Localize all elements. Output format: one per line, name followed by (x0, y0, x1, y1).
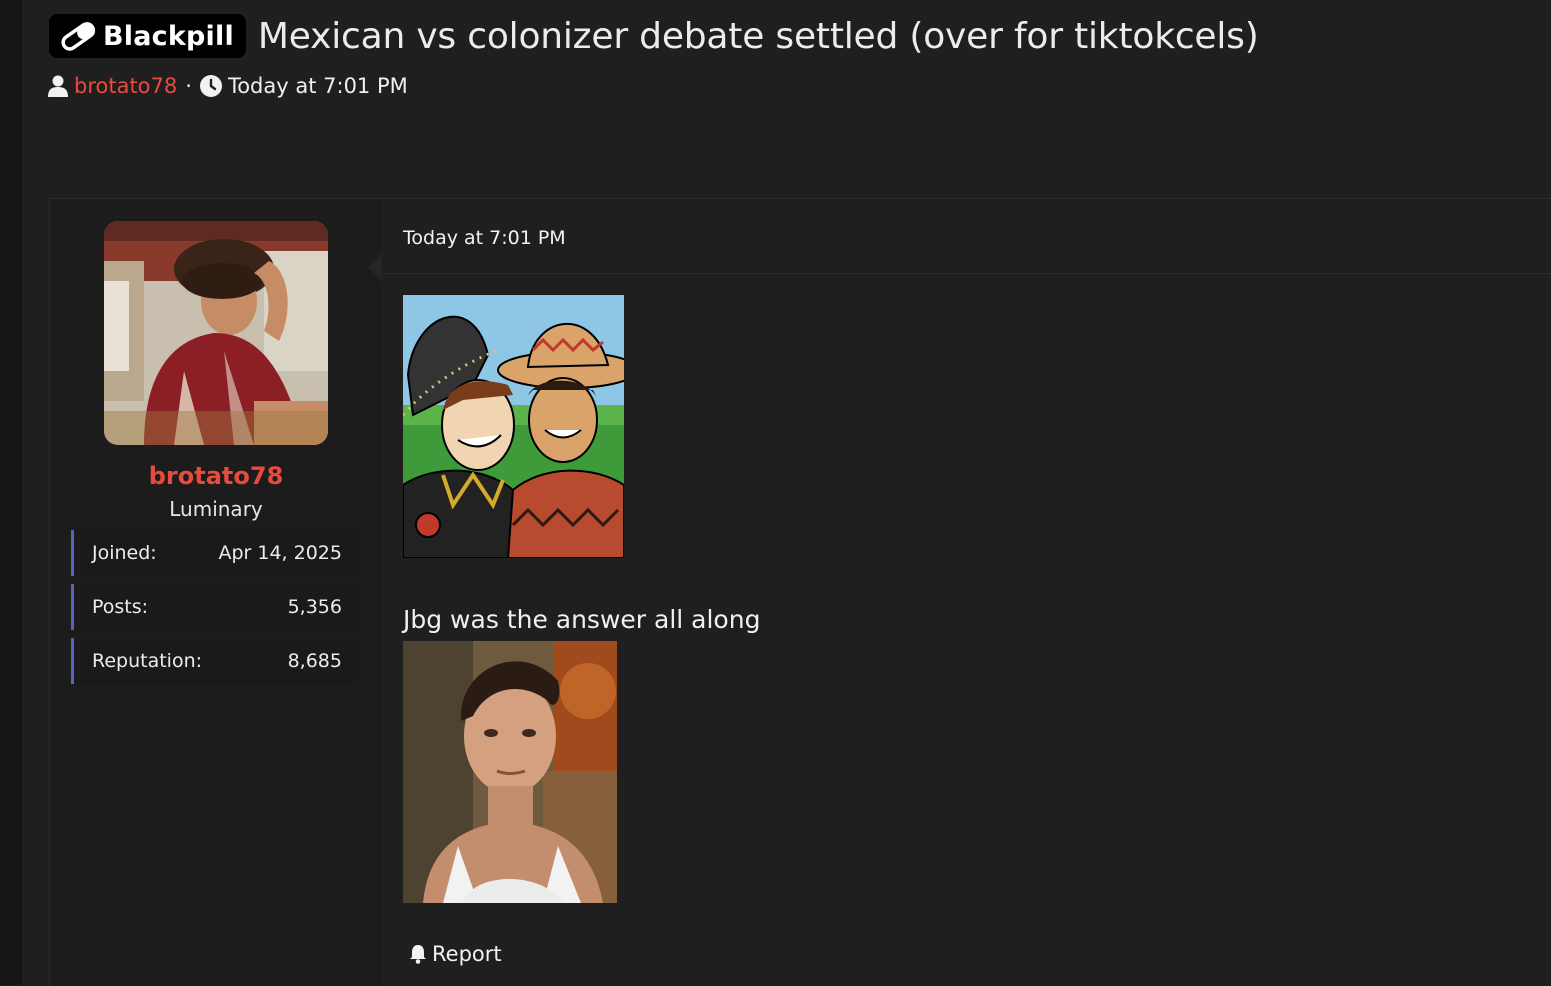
bell-icon (410, 945, 426, 964)
cartoon-image (403, 295, 624, 558)
post-header-divider (382, 273, 1551, 274)
clock-icon (199, 75, 222, 97)
post-image-cartoon[interactable] (403, 295, 624, 558)
post-image-photo[interactable] (403, 641, 617, 903)
stat-value[interactable]: 5,356 (288, 596, 342, 618)
left-edge-strip (0, 0, 22, 985)
photo-image (403, 641, 617, 903)
post-username[interactable]: brotato78 (50, 462, 382, 490)
post-caption: Jbg was the answer all along (403, 605, 761, 634)
avatar-image (104, 221, 328, 445)
post-message: brotato78 Luminary Joined: Apr 14, 2025 … (49, 198, 1551, 986)
post-user-panel: brotato78 Luminary Joined: Apr 14, 2025 … (50, 199, 382, 986)
post-date[interactable]: Today at 7:01 PM (403, 227, 566, 249)
post-content: Today at 7:01 PM Jbg was the answer all … (382, 199, 1551, 986)
thread-prefix-label: Blackpill (103, 20, 234, 52)
stat-value: Apr 14, 2025 (218, 542, 342, 564)
stat-value: 8,685 (287, 650, 342, 672)
thread-date[interactable]: Today at 7:01 PM (228, 74, 408, 98)
thread-author-link[interactable]: brotato78 (74, 74, 177, 98)
thread-prefix-badge[interactable]: Blackpill (49, 14, 246, 58)
stat-label: Posts: (92, 596, 149, 618)
user-icon (48, 75, 68, 97)
pill-logo-icon (61, 22, 96, 51)
stat-posts: Posts: 5,356 (71, 584, 359, 630)
stat-joined: Joined: Apr 14, 2025 (71, 530, 359, 576)
thread-title-row: Blackpill Mexican vs colonizer debate se… (49, 14, 1259, 58)
meta-separator: · (185, 74, 192, 98)
thread-meta: brotato78 · Today at 7:01 PM (48, 74, 408, 98)
stat-reputation: Reputation: 8,685 (71, 638, 359, 684)
thread-title: Mexican vs colonizer debate settled (ove… (257, 15, 1259, 57)
stat-label: Joined: (92, 542, 157, 564)
avatar[interactable] (104, 221, 328, 445)
report-label: Report (432, 942, 502, 966)
post-pointer-arrow (368, 253, 382, 281)
post-user-title: Luminary (169, 497, 263, 521)
report-button[interactable]: Report (408, 942, 502, 966)
stat-label: Reputation: (92, 650, 203, 672)
thread-page: Blackpill Mexican vs colonizer debate se… (22, 0, 1551, 986)
